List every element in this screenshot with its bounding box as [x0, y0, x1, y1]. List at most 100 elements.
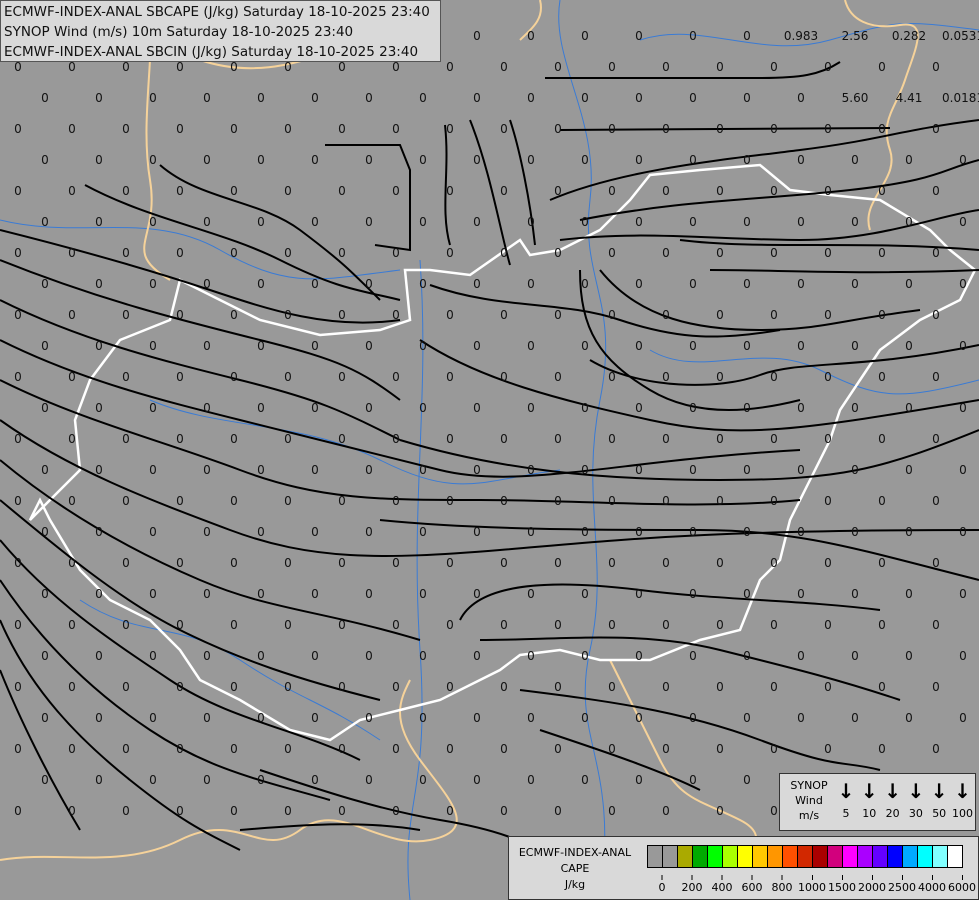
field-value-label: 0 — [41, 463, 49, 477]
field-value-label: 0 — [446, 122, 454, 136]
field-value-label: 0 — [878, 60, 886, 74]
field-value-label: 0 — [365, 277, 373, 291]
field-value-label: 0 — [311, 277, 319, 291]
field-value-label: 0 — [230, 742, 238, 756]
field-value-label: 0 — [851, 587, 859, 601]
field-value-label: 0 — [797, 401, 805, 415]
field-value-label: 0 — [338, 742, 346, 756]
field-value-label: 0 — [716, 556, 724, 570]
field-value-label: 0 — [797, 711, 805, 725]
field-value-label: 0 — [689, 649, 697, 663]
field-value-label: 0 — [770, 742, 778, 756]
title-line-cin: ECMWF-INDEX-ANAL SBCIN (J/kg) Saturday 1… — [4, 44, 419, 60]
field-value-label: 0 — [392, 122, 400, 136]
field-value-label: 0.282 — [892, 29, 926, 43]
field-value-label: 0 — [635, 277, 643, 291]
field-value-label: 0 — [203, 587, 211, 601]
field-value-label: 0 — [68, 246, 76, 260]
field-value-label: 0 — [959, 401, 967, 415]
field-value-label: 0 — [797, 649, 805, 663]
field-value-label: 0 — [446, 308, 454, 322]
field-value-label: 0 — [41, 773, 49, 787]
field-value-label: 0 — [770, 680, 778, 694]
wind-speed-label: 30 — [908, 807, 923, 820]
field-value-label: 0 — [500, 494, 508, 508]
field-value-label: 0 — [959, 587, 967, 601]
field-value-label: 0 — [230, 246, 238, 260]
field-value-label: 0 — [68, 804, 76, 818]
field-value-label: 0 — [527, 463, 535, 477]
cape-color-swatch — [873, 846, 888, 867]
field-value-label: 0 — [14, 370, 22, 384]
field-value-label: 0 — [554, 556, 562, 570]
field-value-label: 0 — [581, 215, 589, 229]
field-value-label: 0 — [473, 277, 481, 291]
field-value-label: 0 — [905, 339, 913, 353]
field-value-label: 0 — [527, 401, 535, 415]
field-value-label: 0 — [770, 370, 778, 384]
down-arrow-icon: ↓ — [860, 779, 878, 803]
field-value-label: 0 — [635, 525, 643, 539]
field-value-label: 0 — [527, 773, 535, 787]
field-value-label: 0 — [41, 153, 49, 167]
field-value-label: 0 — [41, 525, 49, 539]
cape-color-swatch — [783, 846, 798, 867]
field-value-label: 0 — [851, 649, 859, 663]
field-value-label: 0 — [608, 618, 616, 632]
wind-legend: SYNOP Wind m/s ↓ 5 ↓ 10 ↓ 20 ↓ 30 ↓ 50 ↓ 100 — [779, 773, 976, 831]
field-value-label: 0 — [662, 246, 670, 260]
field-value-label: 0 — [149, 339, 157, 353]
field-value-label: 0 — [257, 587, 265, 601]
field-value-label: 0 — [311, 773, 319, 787]
cape-color-swatch — [708, 846, 723, 867]
field-value-label: 0 — [68, 122, 76, 136]
field-value-label: 0 — [149, 773, 157, 787]
field-value-label: 0 — [257, 91, 265, 105]
field-value-label: 0 — [581, 153, 589, 167]
cape-tick-label: 2000 — [858, 875, 886, 894]
field-value-label: 0 — [554, 618, 562, 632]
field-value-label: 0 — [392, 494, 400, 508]
field-value-label: 0 — [527, 91, 535, 105]
field-value-label: 0 — [635, 773, 643, 787]
field-value-label: 0 — [689, 91, 697, 105]
field-value-label: 0 — [824, 246, 832, 260]
field-value-label: 0 — [716, 680, 724, 694]
field-value-label: 0 — [581, 463, 589, 477]
field-value-label: 0 — [689, 277, 697, 291]
field-value-label: 0 — [797, 339, 805, 353]
field-value-label: 0 — [878, 556, 886, 570]
field-value-label: 0 — [743, 401, 751, 415]
field-value-label: 0 — [743, 91, 751, 105]
field-value-label: 0 — [419, 215, 427, 229]
cape-color-swatch — [693, 846, 708, 867]
field-value-label: 0 — [662, 618, 670, 632]
field-value-label: 0 — [473, 91, 481, 105]
field-value-label: 0 — [419, 649, 427, 663]
field-value-label: 0 — [311, 711, 319, 725]
field-value-label: 0 — [743, 773, 751, 787]
field-value-label: 0 — [635, 649, 643, 663]
title-line-cape: ECMWF-INDEX-ANAL SBCAPE (J/kg) Saturday … — [4, 4, 430, 20]
field-value-label: 0 — [689, 711, 697, 725]
field-value-label: 0 — [581, 649, 589, 663]
field-value-label: 0 — [446, 246, 454, 260]
field-value-label: 0 — [905, 587, 913, 601]
field-value-label: 0 — [122, 184, 130, 198]
field-value-label: 0 — [365, 649, 373, 663]
field-value-label: 0 — [608, 742, 616, 756]
cape-legend: ECMWF-INDEX-ANAL CAPE J/kg 0 200 400 600 800… — [508, 836, 979, 900]
field-value-label: 0 — [203, 525, 211, 539]
field-value-label: 0 — [554, 804, 562, 818]
field-value-label: 0 — [338, 308, 346, 322]
field-value-label: 0 — [473, 29, 481, 43]
field-value-label: 0 — [284, 308, 292, 322]
field-value-label: 0 — [392, 742, 400, 756]
field-value-label: 0 — [311, 215, 319, 229]
cape-color-swatch — [858, 846, 873, 867]
wind-speed-label: 5 — [842, 807, 850, 820]
field-value-label: 0 — [527, 711, 535, 725]
field-value-label: 0 — [68, 556, 76, 570]
field-value-label: 0 — [419, 463, 427, 477]
field-value-label: 0 — [203, 215, 211, 229]
